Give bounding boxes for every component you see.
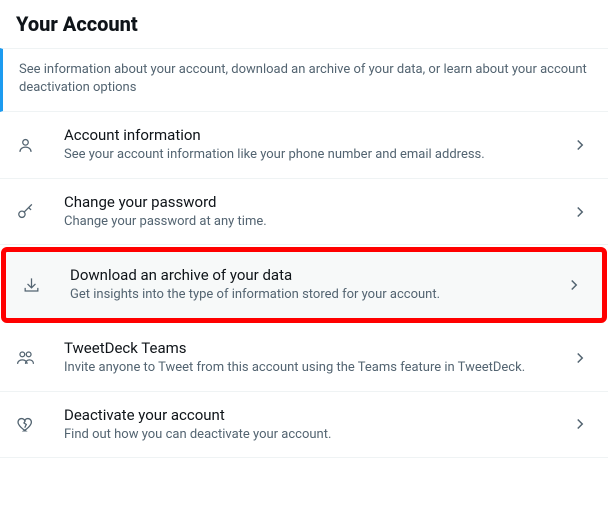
- item-tweetdeck-teams[interactable]: TweetDeck Teams Invite anyone to Tweet f…: [0, 325, 608, 392]
- chevron-right-icon: [568, 203, 592, 221]
- person-icon: [16, 136, 64, 155]
- item-title: Download an archive of your data: [70, 266, 552, 284]
- page-header: Your Account: [0, 0, 608, 48]
- item-account-information[interactable]: Account information See your account inf…: [0, 112, 608, 179]
- key-icon: [16, 202, 64, 221]
- item-title: Account information: [64, 126, 558, 144]
- item-download-archive[interactable]: Download an archive of your data Get ins…: [6, 252, 602, 318]
- intro-box: See information about your account, down…: [0, 48, 608, 112]
- item-title: Deactivate your account: [64, 406, 558, 424]
- item-text: Download an archive of your data Get ins…: [70, 266, 562, 304]
- item-desc: Get insights into the type of informatio…: [70, 286, 552, 304]
- chevron-right-icon: [562, 276, 586, 294]
- intro-text: See information about your account, down…: [19, 61, 592, 97]
- item-desc: Find out how you can deactivate your acc…: [64, 426, 558, 444]
- item-desc: Change your password at any time.: [64, 213, 558, 231]
- heartbreak-icon: [16, 415, 64, 434]
- item-deactivate-account[interactable]: Deactivate your account Find out how you…: [0, 392, 608, 459]
- item-text: Account information See your account inf…: [64, 126, 568, 164]
- chevron-right-icon: [568, 349, 592, 367]
- download-icon: [22, 276, 70, 295]
- chevron-right-icon: [568, 415, 592, 433]
- item-title: Change your password: [64, 193, 558, 211]
- item-desc: Invite anyone to Tweet from this account…: [64, 359, 558, 377]
- chevron-right-icon: [568, 136, 592, 154]
- page-title: Your Account: [16, 12, 592, 36]
- item-desc: See your account information like your p…: [64, 146, 558, 164]
- highlight-box: Download an archive of your data Get ins…: [1, 247, 607, 323]
- people-icon: [16, 348, 64, 367]
- item-text: TweetDeck Teams Invite anyone to Tweet f…: [64, 339, 568, 377]
- item-change-password[interactable]: Change your password Change your passwor…: [0, 179, 608, 246]
- item-text: Change your password Change your passwor…: [64, 193, 568, 231]
- item-text: Deactivate your account Find out how you…: [64, 406, 568, 444]
- item-title: TweetDeck Teams: [64, 339, 558, 357]
